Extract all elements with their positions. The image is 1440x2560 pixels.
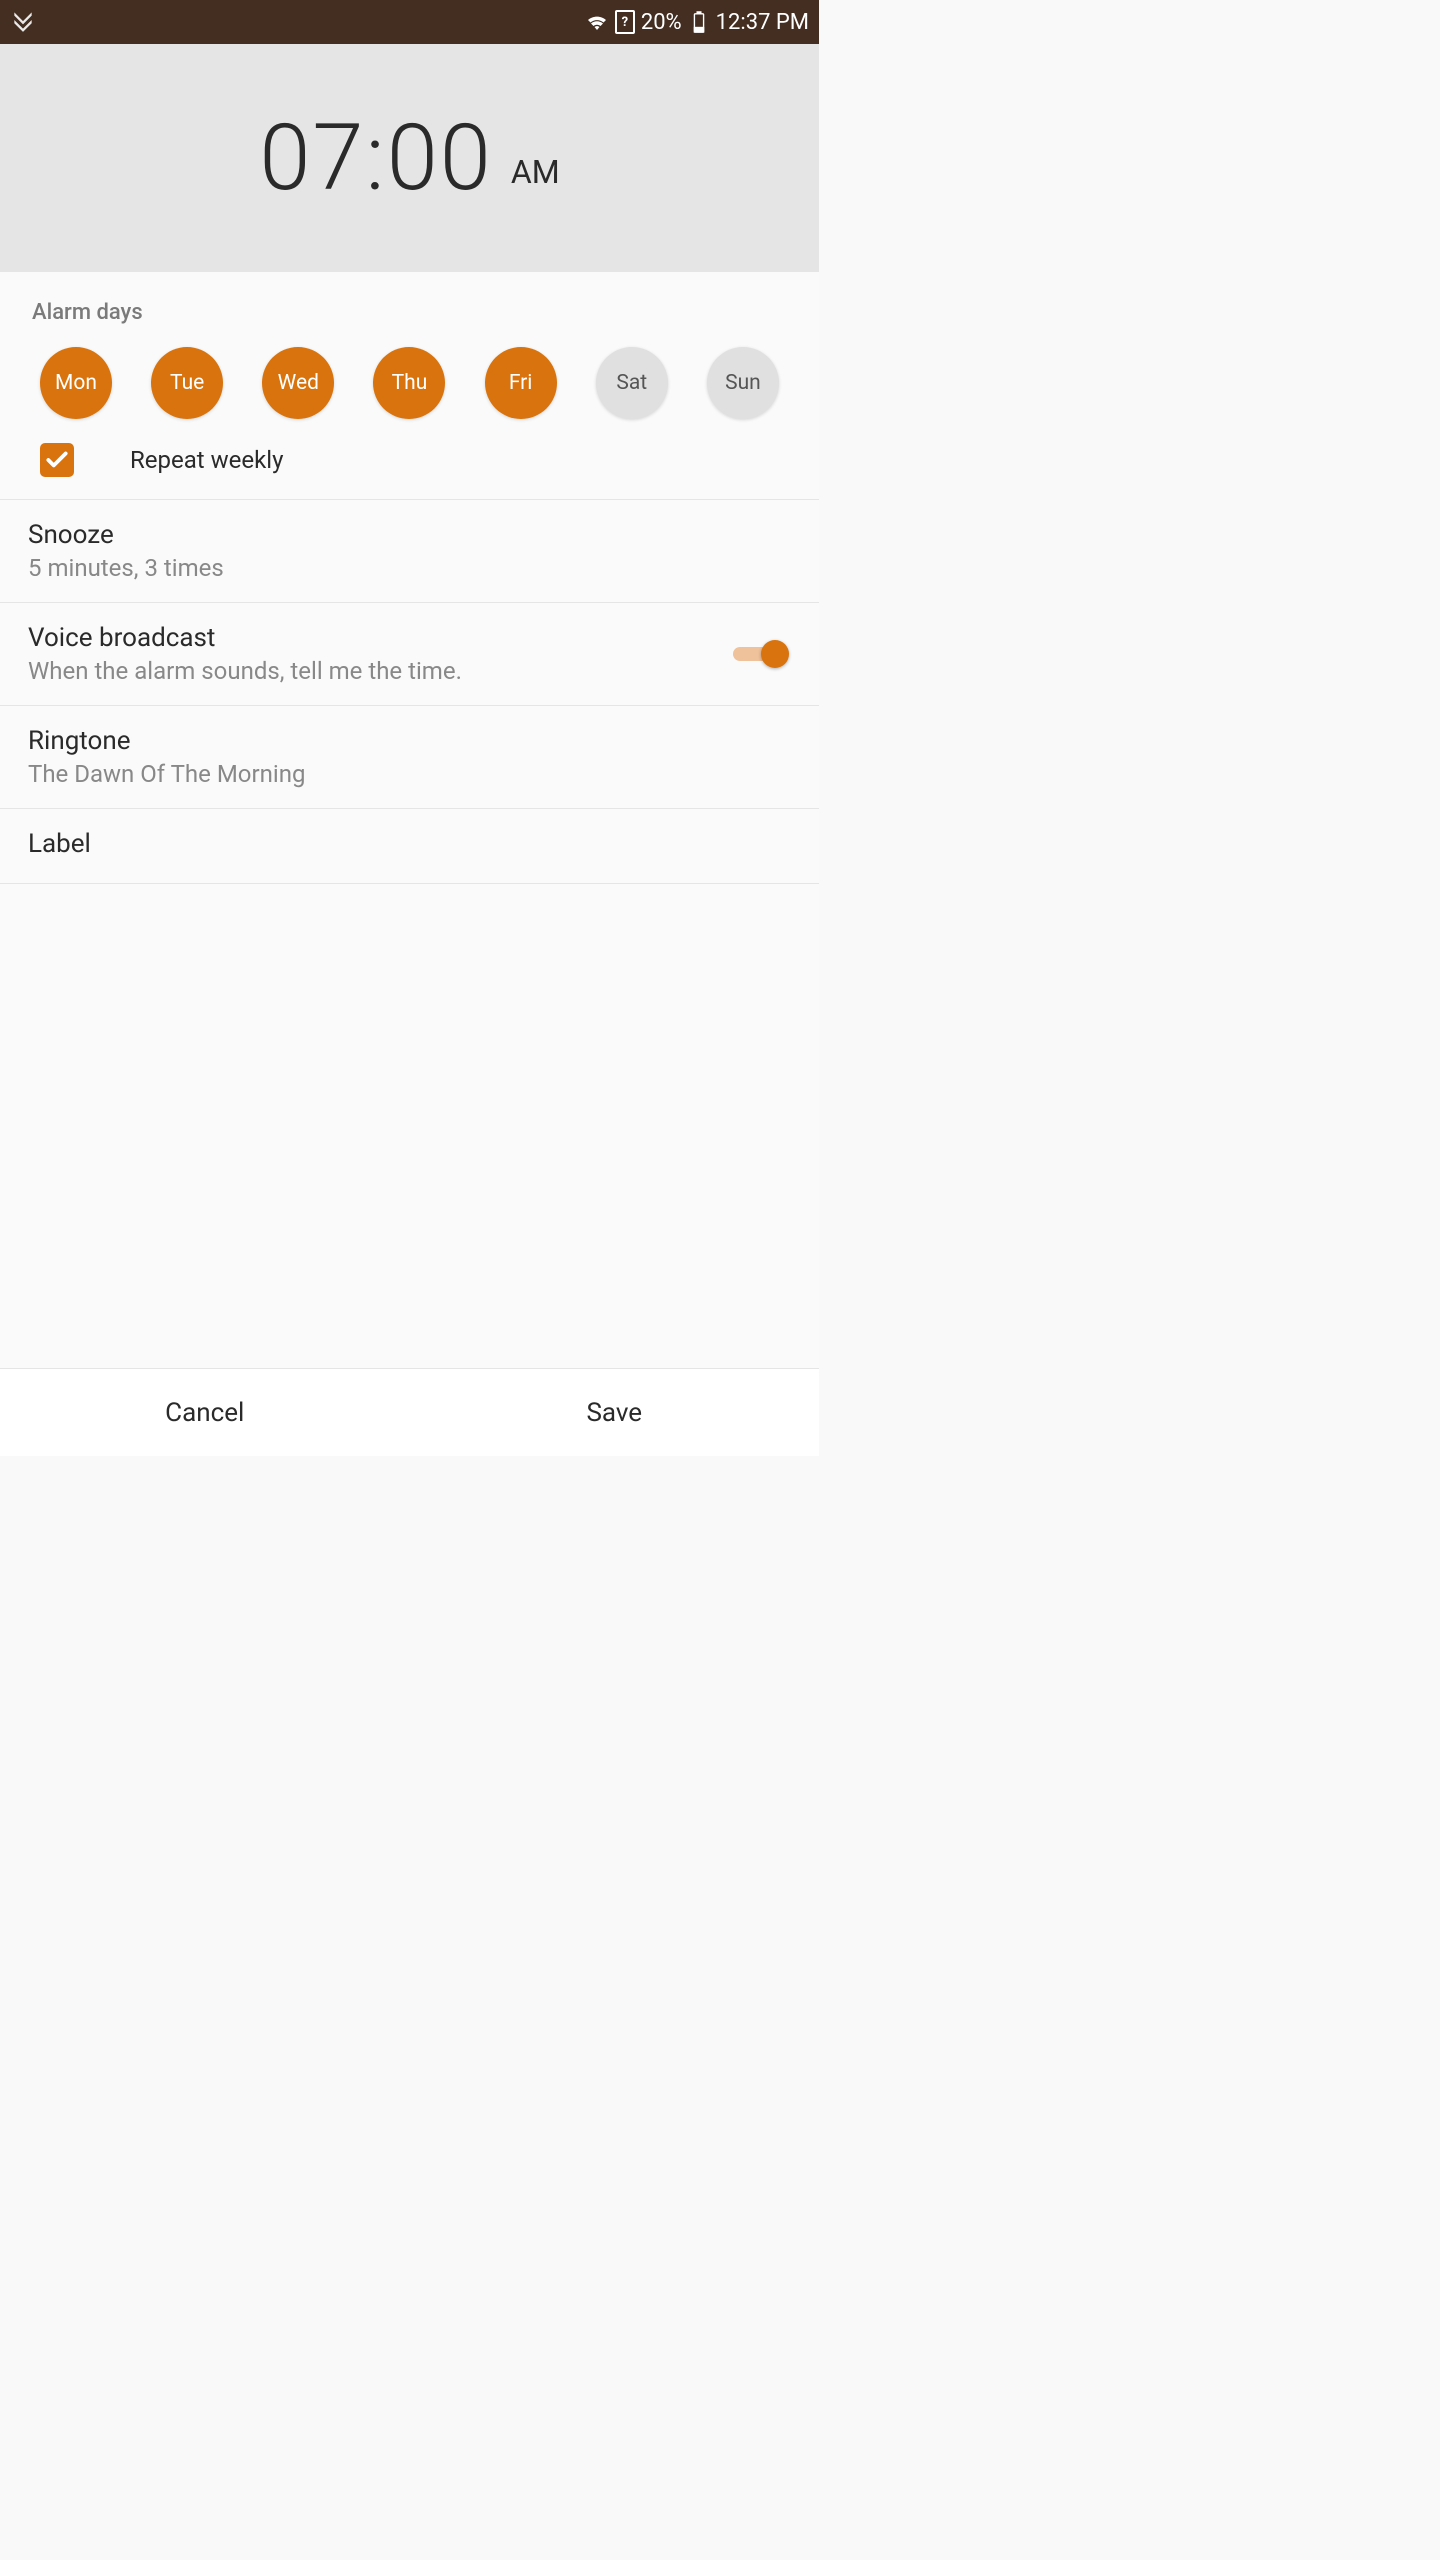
- checkmark-icon: [44, 447, 70, 473]
- sd-card-icon: ?: [615, 10, 635, 34]
- status-time: 12:37 PM: [716, 10, 809, 35]
- alarm-settings-content: Alarm days Mon Tue Wed Thu Fri Sat Sun R…: [0, 272, 819, 1368]
- status-right: ? 20% 12:37 PM: [585, 10, 809, 35]
- day-chip-tue[interactable]: Tue: [151, 347, 223, 419]
- day-chip-thu[interactable]: Thu: [373, 347, 445, 419]
- day-chip-fri[interactable]: Fri: [485, 347, 557, 419]
- alarm-time-picker[interactable]: 07:00 AM: [0, 44, 819, 272]
- voice-broadcast-subtitle: When the alarm sounds, tell me the time.: [28, 657, 733, 685]
- snooze-setting[interactable]: Snooze 5 minutes, 3 times: [0, 499, 819, 602]
- toggle-thumb: [761, 640, 789, 668]
- snooze-subtitle: 5 minutes, 3 times: [28, 554, 791, 582]
- snooze-title: Snooze: [28, 520, 791, 550]
- voice-broadcast-toggle[interactable]: [733, 640, 785, 668]
- day-chip-sat[interactable]: Sat: [596, 347, 668, 419]
- alarm-days-header: Alarm days: [0, 272, 819, 337]
- day-chip-mon[interactable]: Mon: [40, 347, 112, 419]
- voice-broadcast-setting[interactable]: Voice broadcast When the alarm sounds, t…: [0, 602, 819, 705]
- ringtone-subtitle: The Dawn Of The Morning: [28, 760, 791, 788]
- battery-percentage: 20%: [641, 10, 682, 35]
- app-notification-icon: [10, 7, 36, 33]
- ringtone-title: Ringtone: [28, 726, 791, 756]
- day-chip-sun[interactable]: Sun: [707, 347, 779, 419]
- cancel-button[interactable]: Cancel: [0, 1369, 410, 1456]
- voice-broadcast-title: Voice broadcast: [28, 623, 733, 653]
- repeat-weekly-checkbox[interactable]: [40, 443, 74, 477]
- label-setting[interactable]: Label: [0, 808, 819, 884]
- repeat-weekly-label: Repeat weekly: [130, 446, 283, 474]
- repeat-weekly-row: Repeat weekly: [0, 437, 819, 499]
- status-bar: ? 20% 12:37 PM: [0, 0, 819, 44]
- status-left: [10, 7, 585, 37]
- alarm-time-value: 07:00: [259, 105, 492, 212]
- alarm-days-row: Mon Tue Wed Thu Fri Sat Sun: [0, 337, 819, 437]
- label-title: Label: [28, 829, 791, 859]
- bottom-action-bar: Cancel Save: [0, 1368, 819, 1456]
- day-chip-wed[interactable]: Wed: [262, 347, 334, 419]
- ringtone-setting[interactable]: Ringtone The Dawn Of The Morning: [0, 705, 819, 808]
- wifi-icon: [585, 10, 609, 34]
- save-button[interactable]: Save: [410, 1369, 820, 1456]
- alarm-time-period: AM: [511, 153, 560, 191]
- battery-icon: [688, 11, 710, 33]
